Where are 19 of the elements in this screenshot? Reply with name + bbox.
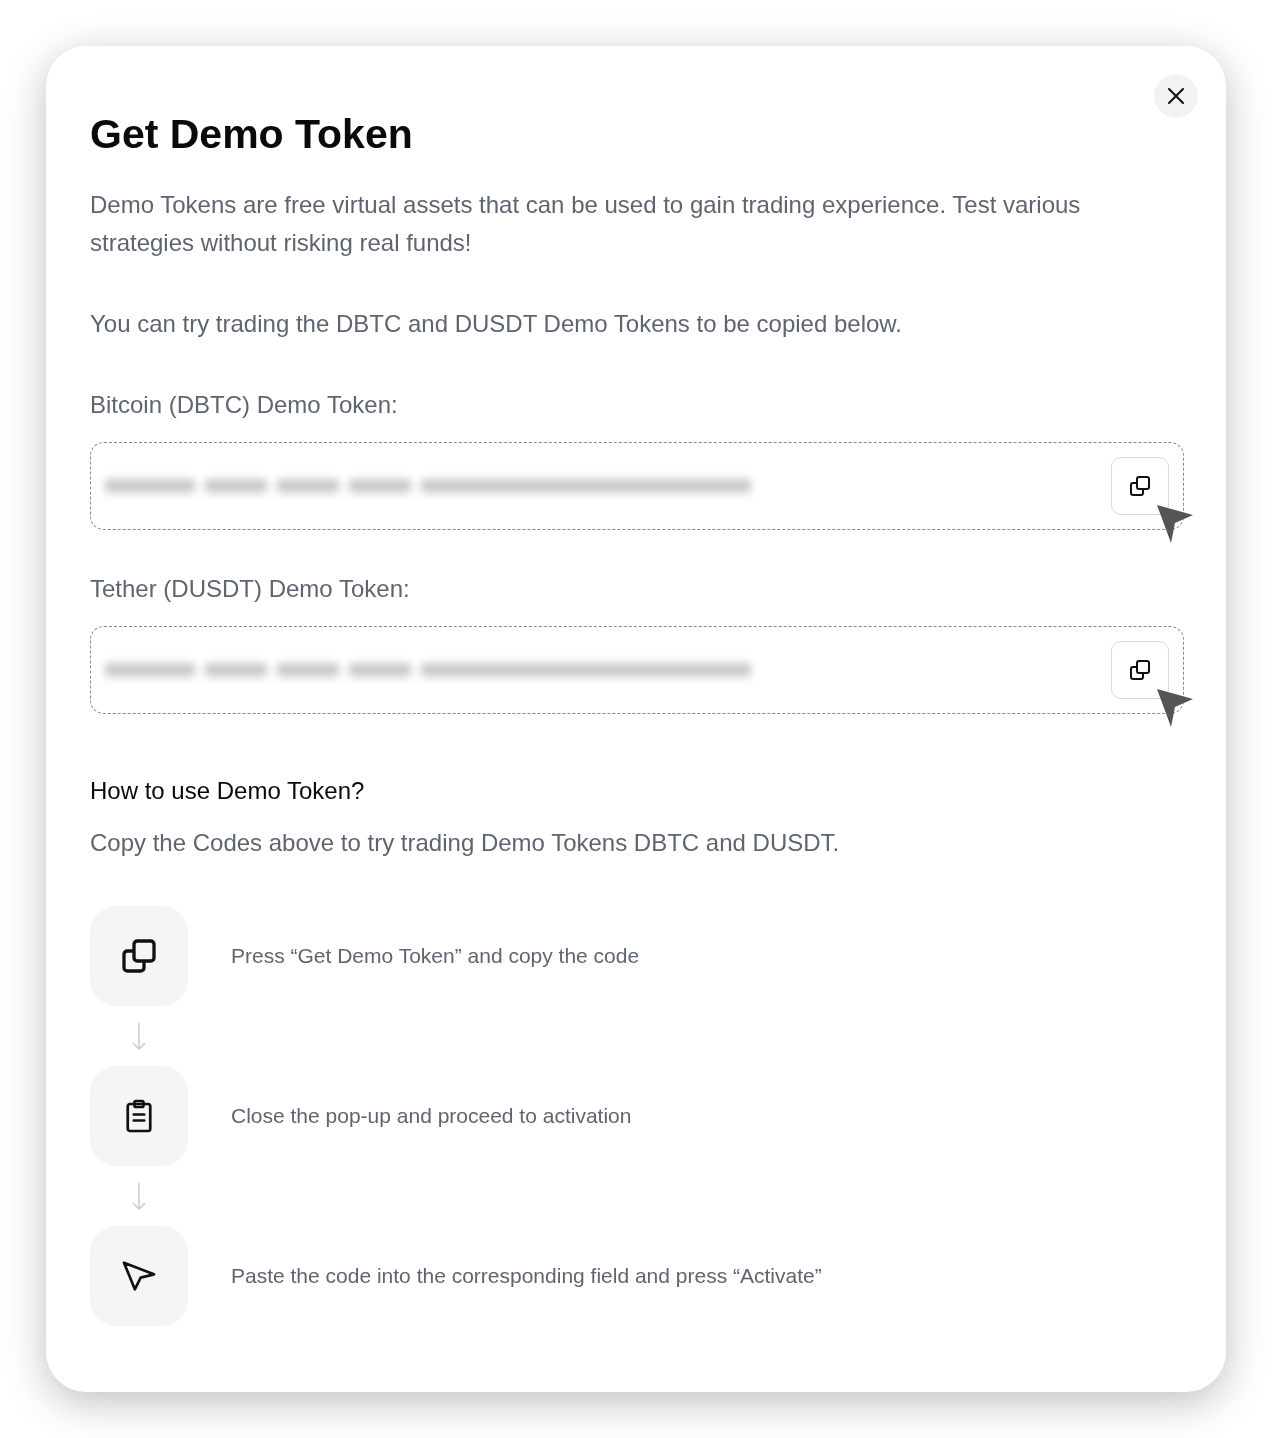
- copy-button[interactable]: [1111, 641, 1169, 699]
- down-arrow-icon: [131, 1182, 147, 1210]
- step-text: Press “Get Demo Token” and copy the code: [231, 943, 640, 970]
- down-arrow-icon: [131, 1022, 147, 1050]
- copy-button[interactable]: [1111, 457, 1169, 515]
- copy-icon: [119, 936, 159, 976]
- close-button[interactable]: [1154, 74, 1198, 118]
- note-text: You can try trading the DBTC and DUSDT Demo Tokens to be copied below.: [90, 309, 903, 339]
- copy-icon: [1128, 658, 1152, 682]
- close-icon: [1166, 86, 1186, 106]
- token-label: Tether (DUSDT) Demo Token:: [90, 574, 411, 604]
- step-text: Close the pop-up and proceed to activation: [231, 1103, 632, 1130]
- intro-text: Demo Tokens are free virtual assets that can be used to gain trading experience. Test various strategies without risking real funds!: [90, 190, 1082, 258]
- step-text: Paste the code into the corresponding field and press “Activate”: [231, 1263, 822, 1290]
- section-text: Copy the Codes above to try trading Demo Tokens DBTC and DUSDT.: [90, 828, 841, 858]
- token-label: Bitcoin (DBTC) Demo Token:: [90, 390, 399, 420]
- dialog-title: Get Demo Token: [90, 110, 414, 159]
- copy-icon: [1128, 474, 1152, 498]
- section-heading: How to use Demo Token?: [90, 776, 366, 806]
